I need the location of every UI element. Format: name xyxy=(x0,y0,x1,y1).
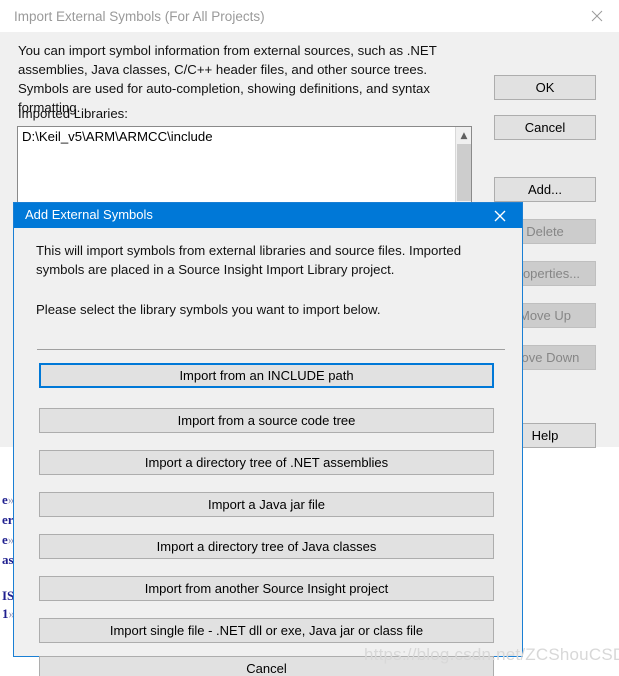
parent-dialog-title: Import External Symbols (For All Project… xyxy=(14,9,265,24)
separator xyxy=(37,349,505,350)
chevron-up-icon[interactable]: ▲ xyxy=(456,128,472,144)
listbox-scrollbar[interactable]: ▲ xyxy=(455,127,471,202)
child-paragraph-2: Please select the library symbols you wa… xyxy=(36,302,381,317)
import-option-7[interactable]: Import single file - .NET dll or exe, Ja… xyxy=(39,618,494,643)
parent-button-ok[interactable]: OK xyxy=(494,75,596,100)
watermark-text: https://blog.csdn.net/ZCShouCSDN xyxy=(364,645,619,664)
code-fragment: er xyxy=(2,512,14,527)
close-icon-glyph xyxy=(591,10,602,22)
close-icon[interactable] xyxy=(480,203,520,228)
child-dialog-title: Add External Symbols xyxy=(25,207,153,222)
parent-titlebar: Import External Symbols (For All Project… xyxy=(0,0,619,33)
import-option-6[interactable]: Import from another Source Insight proje… xyxy=(39,576,494,601)
close-icon-glyph xyxy=(494,210,506,221)
import-option-5[interactable]: Import a directory tree of Java classes xyxy=(39,534,494,559)
child-paragraph-1: This will import symbols from external l… xyxy=(36,243,462,277)
parent-button-add[interactable]: Add... xyxy=(494,177,596,202)
child-dialog-body: This will import symbols from external l… xyxy=(14,228,522,676)
screen-root: e» er e» as IS 1» Import External Symbols (Fo… xyxy=(0,0,619,676)
parent-button-cancel[interactable]: Cancel xyxy=(494,115,596,140)
import-option-4[interactable]: Import a Java jar file xyxy=(39,492,494,517)
import-option-1[interactable]: Import from an INCLUDE path xyxy=(39,363,494,388)
list-item[interactable]: D:\Keil_v5\ARM\ARMCC\include xyxy=(22,129,213,144)
import-option-3[interactable]: Import a directory tree of .NET assembli… xyxy=(39,450,494,475)
child-titlebar: Add External Symbols xyxy=(14,203,522,228)
scrollbar-thumb[interactable] xyxy=(457,144,471,201)
imported-libraries-listbox[interactable]: D:\Keil_v5\ARM\ARMCC\include ▲ xyxy=(17,126,472,203)
add-external-symbols-dialog: Add External Symbols This will import sy… xyxy=(13,202,523,676)
close-icon[interactable] xyxy=(574,0,619,32)
import-option-2[interactable]: Import from a source code tree xyxy=(39,408,494,433)
code-fragment: as xyxy=(2,552,14,567)
imported-libraries-label: Imported Libraries: xyxy=(18,106,128,121)
